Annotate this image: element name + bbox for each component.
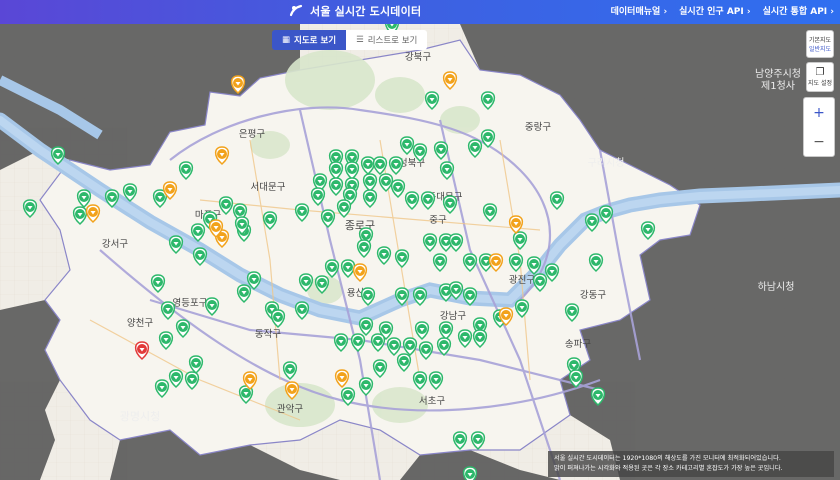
label-yangcheon: 양천구 — [127, 318, 153, 329]
label-gangdong: 강동구 — [580, 290, 606, 301]
brand[interactable]: 서울 실시간 도시데이터 — [288, 3, 421, 19]
map-settings-label: 지도 설정 — [808, 80, 832, 87]
notice-line-1: 서울 실시간 도시데이터는 1920*1080의 해상도를 가진 모니터에 최적… — [554, 455, 781, 462]
map-icon: ▦ — [282, 35, 291, 45]
nav-population-api[interactable]: 실시간 인구 API › — [679, 4, 750, 17]
seoul-map[interactable]: 강북구 은평구 성북구 중랑구 서대문구 동대문구 종로구 중구 마포구 강서구… — [0, 24, 840, 480]
layers-icon: ❐ — [815, 67, 825, 78]
label-songpa: 송파구 — [565, 339, 591, 350]
top-header: 서울 실시간 도시데이터 데이터매뉴얼 › 실시간 인구 API › 실시간 통… — [0, 0, 840, 24]
label-gangnam: 강남구 — [440, 311, 466, 322]
label-seodaemun: 서대문구 — [251, 182, 286, 193]
notice-line-2: 밝이 퍼져나가는 시각화와 적용된 곳은 각 장소 카테고리별 혼잡도가 가장 … — [554, 465, 783, 472]
label-eunpyeong: 은평구 — [239, 129, 265, 140]
label-hanam: 하남시청 — [758, 280, 795, 293]
label-gwangmyeong: 광명시청 — [120, 410, 160, 423]
nav-data-manual[interactable]: 데이터매뉴얼 › — [611, 4, 668, 17]
map-view-button[interactable]: ▦ 지도로 보기 — [272, 30, 347, 50]
label-gangseo: 강서구 — [102, 239, 128, 250]
view-toggle: ▦ 지도로 보기 ☰ 리스트로 보기 — [272, 30, 428, 50]
app-title: 서울 실시간 도시데이터 — [310, 5, 422, 18]
map-type-bottom: 일반지도 — [808, 46, 832, 53]
label-guri: 구리시청 — [588, 157, 625, 169]
label-namyangju-2: 제1청사 — [761, 80, 795, 92]
map-type-button[interactable]: 기본지도 일반지도 — [806, 30, 834, 58]
zoom-in-button[interactable]: + — [813, 105, 825, 121]
map-type-top: 기본지도 — [808, 37, 832, 44]
label-dongjak: 동작구 — [255, 329, 281, 340]
top-nav: 데이터매뉴얼 › 실시간 인구 API › 실시간 통합 API › — [611, 4, 834, 17]
list-view-button[interactable]: ☰ 리스트로 보기 — [346, 30, 428, 50]
label-gwanak: 관악구 — [277, 403, 303, 415]
zoom-out-button[interactable]: − — [813, 134, 825, 150]
map-view-label: 지도로 보기 — [294, 36, 337, 46]
label-yeongdeungpo: 영등포구 — [173, 298, 208, 309]
place-marker-green[interactable] — [462, 466, 478, 480]
nav-integrated-api[interactable]: 실시간 통합 API › — [763, 4, 834, 17]
label-gwangjin: 광진구 — [509, 274, 535, 286]
list-view-label: 리스트로 보기 — [367, 36, 418, 46]
zoom-control: + − — [803, 97, 835, 157]
resolution-notice: 서울 실시간 도시데이터는 1920*1080의 해상도를 가진 모니터에 최적… — [548, 451, 834, 477]
label-jung: 중구 — [429, 215, 447, 226]
seoul-logo-icon — [289, 4, 303, 17]
label-seocho: 서초구 — [419, 396, 445, 407]
map-settings-button[interactable]: ❐ 지도 설정 — [806, 62, 834, 92]
list-icon: ☰ — [356, 35, 364, 45]
label-jungnang: 중랑구 — [525, 121, 551, 133]
label-gangbuk: 강북구 — [405, 52, 431, 63]
label-namyangju-1: 남양주시청 — [755, 68, 801, 80]
